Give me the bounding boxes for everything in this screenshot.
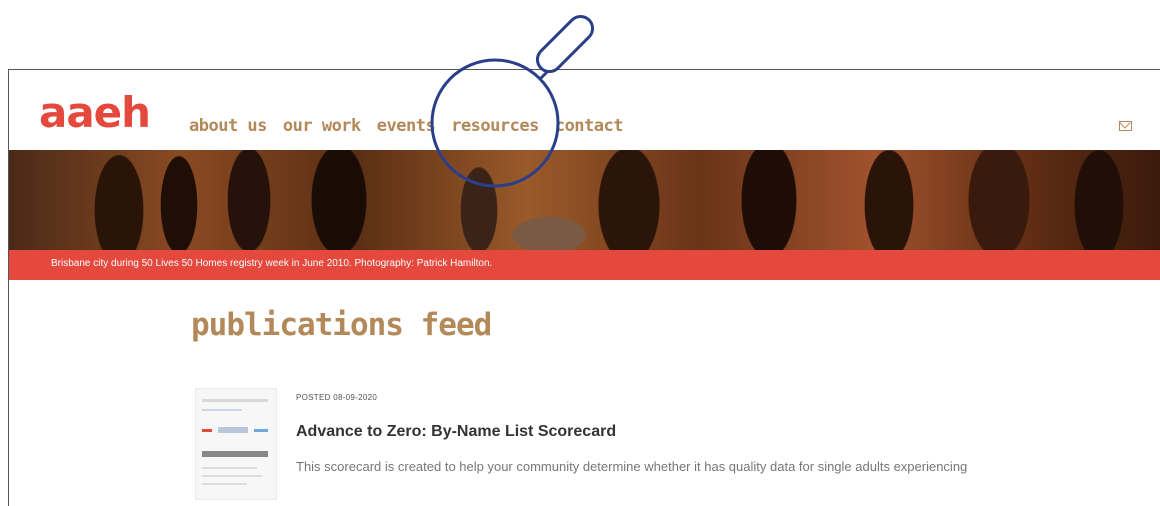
magnifier-icon <box>430 14 595 188</box>
